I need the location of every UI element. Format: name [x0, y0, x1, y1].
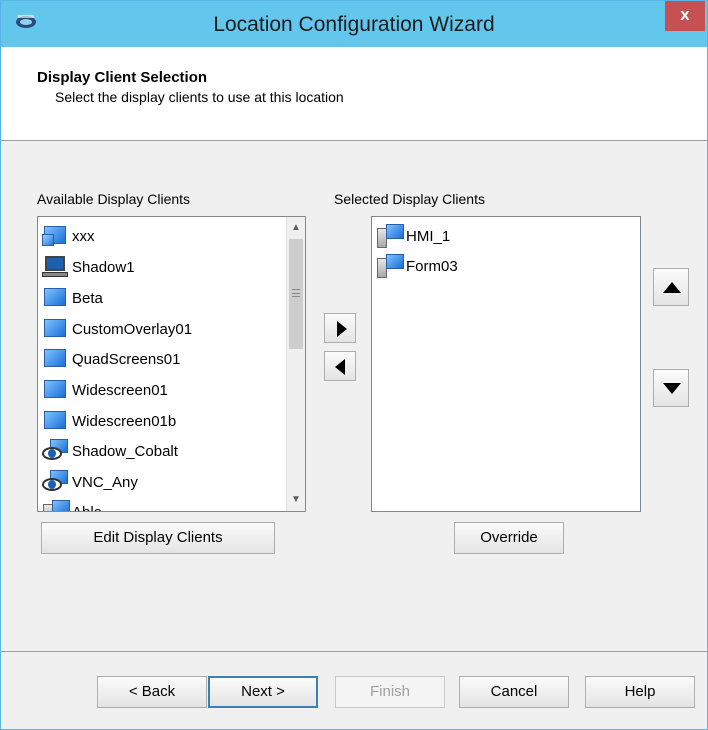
server-monitor-icon: [376, 224, 404, 248]
edit-display-clients-button[interactable]: Edit Display Clients: [41, 522, 275, 554]
page-subtitle: Select the display clients to use at thi…: [55, 89, 344, 105]
remove-button[interactable]: [324, 351, 356, 381]
server-monitor-icon: [42, 500, 70, 511]
list-item[interactable]: HMI_1: [376, 221, 450, 251]
list-item-label: QuadScreens01: [72, 350, 181, 368]
list-item-label: Able: [72, 503, 103, 512]
title-bar: Location Configuration Wizard x: [1, 1, 707, 47]
footer-divider: [1, 651, 707, 652]
list-item[interactable]: CustomOverlay01: [42, 314, 192, 344]
list-item-label: Form03: [406, 257, 458, 275]
chevron-up-icon[interactable]: ▲: [287, 219, 305, 237]
monitor-icon: [42, 317, 70, 341]
laptop-icon: [42, 255, 70, 279]
list-item-label: Shadow_Cobalt: [72, 442, 178, 460]
add-button[interactable]: [324, 313, 356, 343]
list-item-label: Shadow1: [72, 258, 135, 276]
server-monitor-icon: [376, 254, 404, 278]
override-button[interactable]: Override: [454, 522, 564, 554]
list-item[interactable]: xxx: [42, 221, 95, 251]
selected-clients-label: Selected Display Clients: [334, 191, 485, 207]
page-title: Display Client Selection: [37, 69, 208, 86]
monitor-icon: [42, 347, 70, 371]
scrollbar-thumb[interactable]: [289, 239, 303, 349]
multi-monitor-icon: [42, 224, 70, 248]
move-up-button[interactable]: [653, 268, 689, 306]
list-item[interactable]: Form03: [376, 251, 458, 281]
list-item-label: xxx: [72, 227, 95, 245]
list-item-label: Widescreen01b: [72, 412, 177, 430]
list-item[interactable]: Shadow_Cobalt: [42, 436, 178, 466]
help-button[interactable]: Help: [585, 676, 695, 708]
monitor-icon: [42, 409, 70, 433]
wizard-header: Display Client Selection Select the disp…: [1, 47, 707, 141]
grip-icon: [292, 289, 300, 297]
list-item[interactable]: Shadow1: [42, 252, 135, 282]
list-item-label: Widescreen01: [72, 381, 168, 399]
back-button[interactable]: < Back: [97, 676, 207, 708]
monitor-icon: [42, 286, 70, 310]
up-triangle-icon: [663, 282, 681, 293]
available-clients-list[interactable]: xxx Shadow1 Beta CustomOverlay01 QuadScr…: [37, 216, 306, 512]
list-item-label: Beta: [72, 289, 103, 307]
chevron-down-icon[interactable]: ▼: [287, 491, 305, 509]
monitor-icon: [42, 378, 70, 402]
close-button[interactable]: x: [665, 1, 705, 31]
list-item-label: HMI_1: [406, 227, 451, 245]
list-item[interactable]: Able: [42, 497, 103, 512]
eye-monitor-icon: [42, 439, 70, 463]
window-title: Location Configuration Wizard: [213, 13, 495, 36]
selected-clients-list[interactable]: HMI_1 Form03: [371, 216, 641, 512]
left-triangle-icon: [335, 359, 345, 375]
list-item-label: VNC_Any: [72, 473, 138, 491]
list-item[interactable]: QuadScreens01: [42, 344, 180, 374]
list-item-label: CustomOverlay01: [72, 320, 193, 338]
finish-button: Finish: [335, 676, 445, 708]
list-item[interactable]: Widescreen01: [42, 375, 168, 405]
move-down-button[interactable]: [653, 369, 689, 407]
right-triangle-icon: [337, 321, 347, 337]
next-button[interactable]: Next >: [208, 676, 318, 708]
eye-monitor-icon: [42, 470, 70, 494]
list-item[interactable]: Beta: [42, 283, 103, 313]
list-item[interactable]: VNC_Any: [42, 467, 138, 497]
down-triangle-icon: [663, 383, 681, 394]
vertical-scrollbar[interactable]: ▲ ▼: [286, 217, 305, 511]
cancel-button[interactable]: Cancel: [459, 676, 569, 708]
wizard-window: Location Configuration Wizard x Display …: [0, 0, 708, 730]
available-clients-label: Available Display Clients: [37, 191, 191, 207]
list-item[interactable]: Widescreen01b: [42, 406, 176, 436]
